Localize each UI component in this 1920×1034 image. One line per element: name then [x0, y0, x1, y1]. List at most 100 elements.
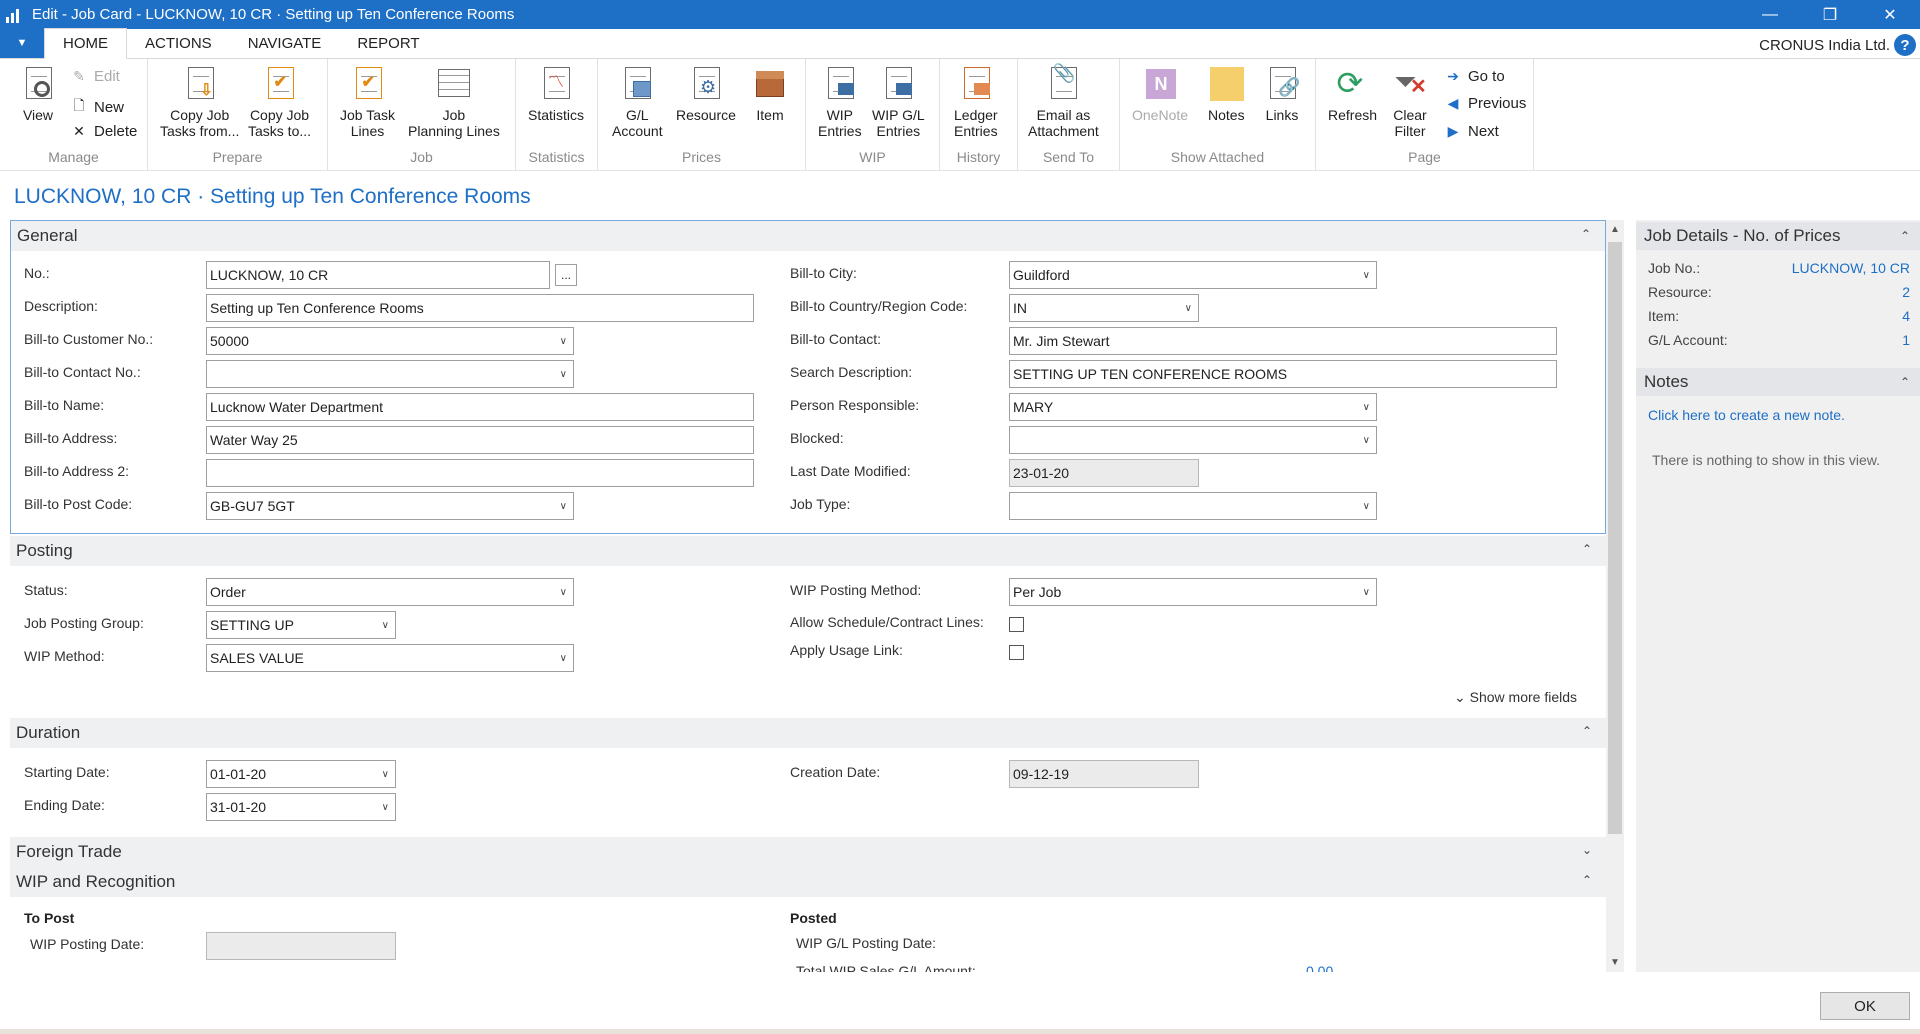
- previous-button[interactable]: ◀ Previous: [1444, 95, 1527, 112]
- scroll-down-icon[interactable]: ▼: [1606, 957, 1624, 968]
- app-menu-button[interactable]: ▼: [0, 28, 44, 58]
- job-details-header[interactable]: Job Details - No. of Prices ⌃: [1636, 222, 1920, 250]
- item-box-icon: [752, 65, 788, 103]
- chevron-down-icon[interactable]: ∨: [382, 769, 389, 780]
- scroll-up-icon[interactable]: ▲: [1606, 224, 1624, 235]
- city-field[interactable]: Guildford ∨: [1009, 261, 1377, 289]
- tab-actions[interactable]: ACTIONS: [127, 28, 230, 58]
- close-button[interactable]: ✕: [1860, 0, 1920, 29]
- wip-entries-button[interactable]: WIP Entries: [818, 65, 862, 139]
- collapse-icon[interactable]: ⌃: [1582, 873, 1592, 887]
- gl-account-count-link[interactable]: 1: [1902, 332, 1910, 348]
- tab-report[interactable]: REPORT: [339, 28, 437, 58]
- posting-group-field[interactable]: SETTING UP ∨: [206, 611, 396, 639]
- task-lines-icon: ✔: [350, 65, 386, 103]
- no-field[interactable]: LUCKNOW, 10 CR: [206, 261, 550, 289]
- goto-button[interactable]: ➔ Go to: [1444, 68, 1505, 85]
- links-button[interactable]: 🔗 Links: [1264, 65, 1300, 123]
- item-button[interactable]: Item: [752, 65, 788, 123]
- minimize-button[interactable]: —: [1740, 0, 1800, 29]
- delete-button[interactable]: ✕ Delete: [70, 123, 137, 140]
- chevron-down-icon[interactable]: ∨: [560, 587, 567, 598]
- wip-gl-entries-button[interactable]: WIP G/L Entries: [872, 65, 925, 139]
- apply-usage-checkbox[interactable]: [1009, 645, 1024, 660]
- collapse-icon[interactable]: ⌃: [1582, 724, 1592, 738]
- clear-filter-button[interactable]: ⏷ ✕ Clear Filter: [1392, 65, 1428, 139]
- starting-date-field[interactable]: 01-01-20 ∨: [206, 760, 396, 788]
- vertical-scrollbar[interactable]: ▲ ▼: [1606, 220, 1624, 972]
- chevron-down-icon[interactable]: ∨: [382, 620, 389, 631]
- job-no-link[interactable]: LUCKNOW, 10 CR: [1792, 260, 1910, 276]
- job-planning-lines-button[interactable]: Job Planning Lines: [408, 65, 500, 139]
- ok-button[interactable]: OK: [1820, 992, 1910, 1020]
- wip-method-field[interactable]: SALES VALUE ∨: [206, 644, 574, 672]
- refresh-button[interactable]: ⟳ Refresh: [1328, 65, 1377, 123]
- resource-count-link[interactable]: 2: [1902, 284, 1910, 300]
- resource-button[interactable]: ⚙ Resource: [676, 65, 736, 123]
- view-button[interactable]: View: [20, 65, 56, 123]
- chevron-down-icon[interactable]: ∨: [560, 336, 567, 347]
- copy-job-tasks-from-button[interactable]: ⇩ Copy Job Tasks from...: [160, 65, 239, 139]
- wip-posting-method-field[interactable]: Per Job ∨: [1009, 578, 1377, 606]
- chevron-down-icon[interactable]: ∨: [560, 501, 567, 512]
- edit-button[interactable]: ✎ Edit: [70, 68, 120, 85]
- collapse-icon[interactable]: ⌃: [1581, 227, 1591, 241]
- scrollbar-thumb[interactable]: [1608, 242, 1622, 834]
- expand-icon[interactable]: ⌄: [1582, 843, 1592, 857]
- collapse-icon[interactable]: ⌃: [1900, 375, 1910, 389]
- gl-account-button[interactable]: G/L Account: [612, 65, 663, 139]
- statistics-button[interactable]: 〽 Statistics: [528, 65, 584, 123]
- name-field[interactable]: Lucknow Water Department: [206, 393, 754, 421]
- assist-edit-button[interactable]: ...: [555, 264, 577, 286]
- person-responsible-label: Person Responsible:: [790, 397, 920, 413]
- chevron-down-icon[interactable]: ∨: [560, 369, 567, 380]
- customer-no-field[interactable]: 50000 ∨: [206, 327, 574, 355]
- chevron-down-icon[interactable]: ∨: [1363, 587, 1370, 598]
- notes-header[interactable]: Notes ⌃: [1636, 368, 1920, 396]
- person-responsible-field[interactable]: MARY ∨: [1009, 393, 1377, 421]
- country-field[interactable]: IN ∨: [1009, 294, 1199, 322]
- chevron-down-icon[interactable]: ∨: [1363, 270, 1370, 281]
- chevron-down-icon[interactable]: ∨: [560, 653, 567, 664]
- ledger-entries-button[interactable]: Ledger Entries: [954, 65, 998, 139]
- section-posting-header[interactable]: Posting ⌃: [10, 536, 1606, 566]
- blocked-field[interactable]: ∨: [1009, 426, 1377, 454]
- tab-home[interactable]: HOME: [44, 28, 127, 59]
- collapse-icon[interactable]: ⌃: [1582, 542, 1592, 556]
- chevron-down-icon[interactable]: ∨: [1185, 303, 1192, 314]
- contact-field[interactable]: Mr. Jim Stewart: [1009, 327, 1557, 355]
- email-as-attachment-button[interactable]: 📎 Email as Attachment: [1028, 64, 1099, 139]
- contact-no-field[interactable]: ∨: [206, 360, 574, 388]
- ending-date-field[interactable]: 31-01-20 ∨: [206, 793, 396, 821]
- section-foreign-trade-header[interactable]: Foreign Trade ⌄: [10, 837, 1606, 867]
- show-more-fields-link[interactable]: ⌄ Show more fields: [1454, 689, 1577, 706]
- tab-navigate[interactable]: NAVIGATE: [230, 28, 340, 58]
- item-count-link[interactable]: 4: [1902, 308, 1910, 324]
- search-description-field[interactable]: SETTING UP TEN CONFERENCE ROOMS: [1009, 360, 1557, 388]
- chevron-down-icon[interactable]: ∨: [1363, 501, 1370, 512]
- address-field[interactable]: Water Way 25: [206, 426, 754, 454]
- chevron-down-icon[interactable]: ∨: [1363, 402, 1370, 413]
- next-button[interactable]: ▶ Next: [1444, 123, 1499, 140]
- description-field[interactable]: Setting up Ten Conference Rooms: [206, 294, 754, 322]
- chevron-down-icon[interactable]: ∨: [382, 802, 389, 813]
- new-button[interactable]: 🗋 New: [70, 95, 124, 119]
- section-duration-header[interactable]: Duration ⌃: [10, 718, 1606, 748]
- post-code-field[interactable]: GB-GU7 5GT ∨: [206, 492, 574, 520]
- collapse-icon[interactable]: ⌃: [1900, 229, 1910, 243]
- onenote-button[interactable]: N OneNote: [1132, 65, 1188, 123]
- status-field[interactable]: Order ∨: [206, 578, 574, 606]
- copy-job-tasks-to-button[interactable]: ✔ Copy Job Tasks to...: [248, 65, 311, 139]
- job-type-field[interactable]: ∨: [1009, 492, 1377, 520]
- address2-field[interactable]: [206, 459, 754, 487]
- restore-button[interactable]: ❐: [1800, 0, 1860, 29]
- job-task-lines-button[interactable]: ✔ Job Task Lines: [340, 65, 395, 139]
- help-icon[interactable]: ?: [1894, 34, 1916, 56]
- create-note-link[interactable]: Click here to create a new note.: [1648, 407, 1845, 423]
- chevron-down-icon[interactable]: ∨: [1363, 435, 1370, 446]
- total-wip-sales-value[interactable]: 0.00: [1306, 963, 1333, 972]
- notes-button[interactable]: Notes: [1208, 65, 1245, 123]
- section-general-header[interactable]: General ⌃: [11, 221, 1605, 251]
- allow-schedule-checkbox[interactable]: [1009, 617, 1024, 632]
- section-wip-recognition-header[interactable]: WIP and Recognition ⌃: [10, 867, 1606, 897]
